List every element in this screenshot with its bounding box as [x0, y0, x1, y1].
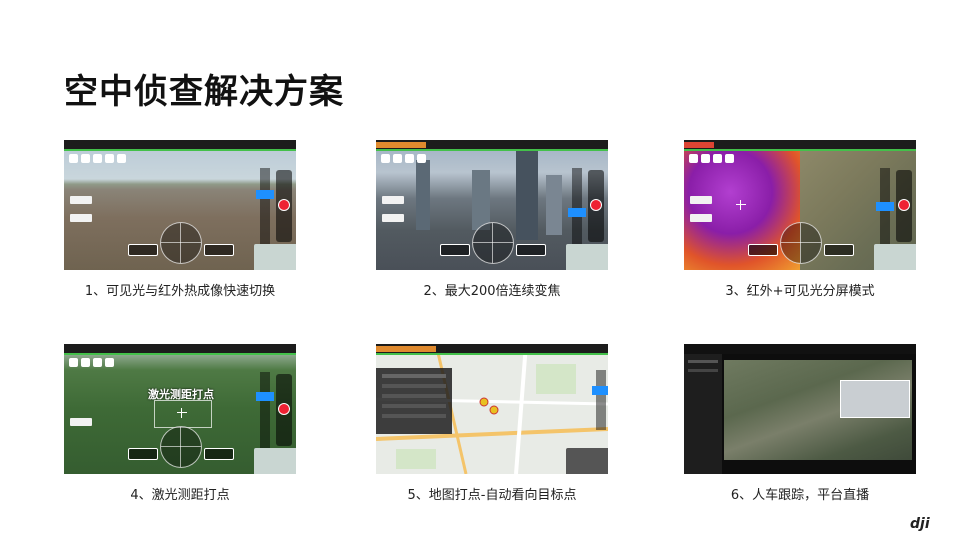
record-icon [899, 200, 909, 210]
altitude-readout [516, 244, 546, 256]
card-map-marking: 5、地图打点-自动看向目标点 [376, 344, 608, 503]
zoom-slider [256, 168, 274, 252]
shutter-panel [276, 374, 292, 446]
compass-icon [160, 222, 202, 264]
record-icon [279, 200, 289, 210]
camera-mode-icons [381, 154, 426, 163]
altitude-readout [204, 244, 234, 256]
card-caption: 4、激光测距打点 [130, 488, 230, 503]
screenshot-river-view [64, 140, 296, 270]
mode-label [690, 196, 712, 204]
status-bar [64, 140, 296, 151]
card-visible-ir-switch: 1、可见光与红外热成像快速切换 [64, 140, 296, 299]
compass-icon [780, 222, 822, 264]
card-split-screen: 3、红外+可见光分屏模式 [684, 140, 916, 299]
shutter-panel [276, 170, 292, 242]
page-title: 空中侦查解决方案 [64, 72, 344, 112]
speed-readout [748, 244, 778, 256]
airsense-panel [376, 368, 452, 434]
zoom-slider [256, 372, 274, 456]
mini-map [566, 448, 608, 474]
card-200x-zoom: 2、最大200倍连续变焦 [376, 140, 608, 299]
zoom-label [690, 214, 712, 222]
mode-label [70, 196, 92, 204]
record-icon [279, 404, 289, 414]
card-caption: 3、红外+可见光分屏模式 [725, 284, 875, 299]
live-video-feed [724, 360, 912, 460]
screenshot-ir-split [684, 140, 916, 270]
speed-readout [128, 448, 158, 460]
camera-mode-icons [69, 154, 126, 163]
ir-crosshair-icon [736, 200, 746, 210]
zoom-slider [568, 168, 586, 252]
mini-map [254, 448, 296, 474]
zoom-slider [592, 370, 608, 430]
card-tracking-livestream: 6、人车跟踪，平台直播 [684, 344, 916, 503]
zoom-slider [876, 168, 894, 252]
card-laser-ranging: 激光测距打点 4、激光测距打点 [64, 344, 296, 503]
camera-mode-icons [689, 154, 734, 163]
screenshot-live-platform [684, 344, 916, 474]
mode-label [70, 418, 92, 426]
card-caption: 6、人车跟踪，平台直播 [730, 488, 870, 503]
svg-text:dji: dji [910, 516, 930, 531]
mode-label [382, 196, 404, 204]
status-bar [64, 344, 296, 355]
camera-mode-icons [69, 358, 114, 367]
platform-sidebar [684, 354, 722, 474]
shutter-panel [588, 170, 604, 242]
screenshot-map-view [376, 344, 608, 474]
zoom-label [70, 214, 92, 222]
zoom-label [382, 214, 404, 222]
screenshot-forest-laser: 激光测距打点 [64, 344, 296, 474]
status-bar [376, 140, 608, 151]
status-bar [684, 140, 916, 151]
mini-map [874, 244, 916, 270]
speed-readout [128, 244, 158, 256]
platform-header [684, 344, 916, 354]
laser-crosshair-icon [177, 408, 187, 418]
card-caption: 2、最大200倍连续变焦 [423, 284, 561, 299]
record-icon [591, 200, 601, 210]
shutter-panel [896, 170, 912, 242]
live-pip-window [840, 380, 910, 418]
compass-icon [160, 426, 202, 468]
speed-readout [440, 244, 470, 256]
altitude-readout [824, 244, 854, 256]
dji-logo-icon: dji [910, 516, 930, 531]
altitude-readout [204, 448, 234, 460]
card-caption: 1、可见光与红外热成像快速切换 [84, 284, 276, 299]
card-caption: 5、地图打点-自动看向目标点 [407, 488, 577, 503]
status-bar [376, 344, 608, 355]
mini-map [566, 244, 608, 270]
compass-icon [472, 222, 514, 264]
screenshot-city-zoom [376, 140, 608, 270]
mini-map [254, 244, 296, 270]
